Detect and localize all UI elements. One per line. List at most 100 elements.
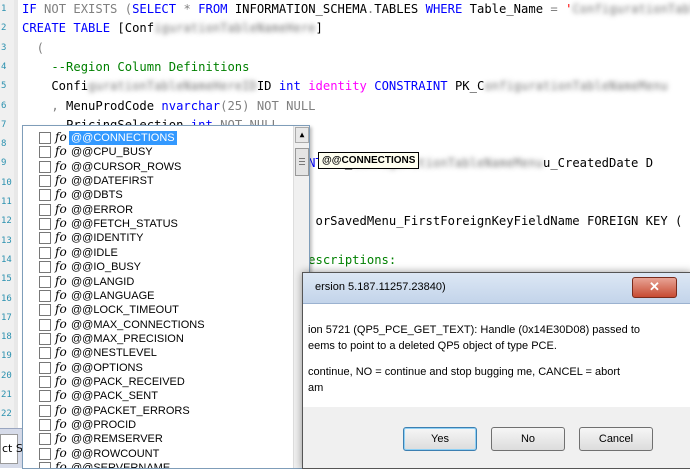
no-button[interactable]: No [491,427,565,451]
intellisense-item-label: @@CURSOR_ROWS [71,160,182,173]
checkbox-icon[interactable] [39,203,51,216]
checkbox-icon[interactable] [39,304,51,317]
checkbox-icon[interactable] [39,347,51,360]
checkbox-icon[interactable] [39,390,51,403]
code-token: PK_C [454,79,485,94]
checkbox-icon[interactable] [39,160,51,173]
checkbox-icon[interactable] [39,419,51,431]
line-number-gutter: 1 2 3 4 5 6 7 8 9 10 11 12 13 14 15 16 17 18 19 20 21 22 [0,0,15,430]
function-icon: fo [55,388,67,403]
checkbox-icon[interactable] [39,218,51,231]
intellisense-item[interactable]: fo @@PROCID [23,417,293,432]
intellisense-item[interactable]: fo @@LANGUAGE [23,288,293,303]
function-icon: fo [55,173,67,188]
grip-icon [299,164,305,165]
checkbox-icon[interactable] [39,447,51,460]
intellisense-item[interactable]: fo @@PACKET_ERRORS [23,402,293,418]
function-icon: fo [55,130,67,144]
close-button[interactable]: ✕ [632,277,677,298]
intellisense-list[interactable]: ▲ fo @@CONNECTIONS fo @@CPU_BUSY fo @@CURSOR_… [22,125,310,469]
intellisense-item[interactable]: fo @@DATEFIRST [23,173,293,188]
intellisense-item[interactable]: fo @@SERVERNAME [23,460,293,469]
intellisense-item[interactable]: fo @@IO_BUSY [23,259,293,274]
checkbox-icon[interactable] [39,246,51,259]
intellisense-item[interactable]: fo @@ROWCOUNT [23,446,293,461]
checkbox-icon[interactable] [39,132,51,144]
intellisense-item-label: @@LANGUAGE [71,289,155,302]
intellisense-item-label: @@MAX_CONNECTIONS [71,318,205,331]
intellisense-item[interactable]: fo @@IDENTITY [23,230,293,245]
checkbox-icon[interactable] [39,261,51,274]
checkbox-icon[interactable] [39,462,51,468]
intellisense-item-label: @@NESTLEVEL [71,347,157,360]
dialog-titlebar[interactable]: ersion 5.187.11257.23840) ✕ [303,273,690,304]
checkbox-icon[interactable] [39,275,51,288]
checkbox-icon[interactable] [39,332,51,345]
function-icon: fo [55,359,67,374]
intellisense-item-label: @@IDENTITY [71,232,144,245]
code-token: onfigurationTableNameMenu [484,79,668,94]
code-line: ConfigurationTableNameHereIDID int ident… [22,77,668,96]
function-icon: fo [55,330,67,345]
checkbox-icon[interactable] [39,361,51,374]
checkbox-icon[interactable] [39,433,51,446]
line-number: 6 [1,100,7,111]
scroll-up-arrow-icon[interactable]: ▲ [295,127,309,143]
checkbox-icon[interactable] [39,146,51,159]
intellisense-item-label: @@IO_BUSY [71,261,142,274]
intellisense-item[interactable]: fo @@ERROR [23,202,293,217]
checkbox-icon[interactable] [39,404,51,417]
function-icon: fo [55,144,67,159]
scroll-thumb[interactable] [295,148,309,176]
intellisense-item[interactable]: fo @@NESTLEVEL [23,345,293,360]
intellisense-item[interactable]: fo @@PACK_SENT [23,388,293,403]
checkbox-icon[interactable] [39,318,51,331]
intellisense-item[interactable]: fo @@MAX_PRECISION [23,330,293,346]
intellisense-item[interactable]: fo @@CPU_BUSY [23,144,293,159]
line-number: 9 [1,158,7,169]
intellisense-item-label: @@SERVERNAME [71,462,171,469]
function-icon: fo [55,431,67,446]
code-token: (25) [220,98,257,113]
code-token: NOT NULL [256,98,316,113]
intellisense-item-label: @@DBTS [71,189,123,202]
intellisense-item[interactable]: fo @@CONNECTIONS [23,130,293,145]
function-icon: fo [55,259,67,274]
checkbox-icon[interactable] [39,175,51,188]
intellisense-item[interactable]: fo @@OPTIONS [23,359,293,375]
intellisense-item[interactable]: fo @@CURSOR_ROWS [23,158,293,174]
intellisense-item-label: @@ERROR [71,203,134,216]
checkbox-icon[interactable] [39,189,51,202]
intellisense-item-label: @@PACK_SENT [71,390,158,403]
code-token: Table_Name [469,2,551,16]
line-number: 16 [1,293,12,304]
dialog-title: ersion 5.187.11257.23840) [315,281,446,293]
function-icon: fo [55,187,67,202]
code-line: --Region Column Definitions [22,58,249,77]
intellisense-item[interactable]: fo @@DBTS [23,187,293,202]
cancel-button[interactable]: Cancel [579,427,653,451]
intellisense-item[interactable]: fo @@MAX_CONNECTIONS [23,317,293,332]
intellisense-item-label: @@LOCK_TIMEOUT [71,304,179,317]
intellisense-item[interactable]: fo @@PACK_RECEIVED [23,374,293,389]
intellisense-item[interactable]: fo @@IDLE [23,245,293,260]
dialog-message-line: eems to point to a deleted QP5 object of… [308,340,557,352]
intellisense-item[interactable]: fo @@REMSERVER [23,431,293,446]
code-token: --Region Column Definitions [22,59,250,74]
function-icon: fo [55,158,67,173]
code-line: CREATE TABLE [ConfigurationTableNameHere… [22,19,323,38]
intellisense-item-label: @@PACKET_ERRORS [71,404,190,417]
intellisense-item[interactable]: fo @@LANGID [23,274,293,289]
checkbox-icon[interactable] [39,232,51,245]
line-number: 2 [1,23,7,34]
checkbox-icon[interactable] [39,375,51,388]
intellisense-item-label: @@FETCH_STATUS [71,218,178,231]
line-number: 19 [1,351,12,362]
checkbox-icon[interactable] [39,289,51,302]
intellisense-item[interactable]: fo @@FETCH_STATUS [23,216,293,231]
yes-button[interactable]: Yes [403,427,477,451]
code-token: igurationTableNameHere [154,21,316,36]
function-icon: fo [55,402,67,417]
code-token: = [550,2,566,16]
intellisense-item[interactable]: fo @@LOCK_TIMEOUT [23,302,293,317]
